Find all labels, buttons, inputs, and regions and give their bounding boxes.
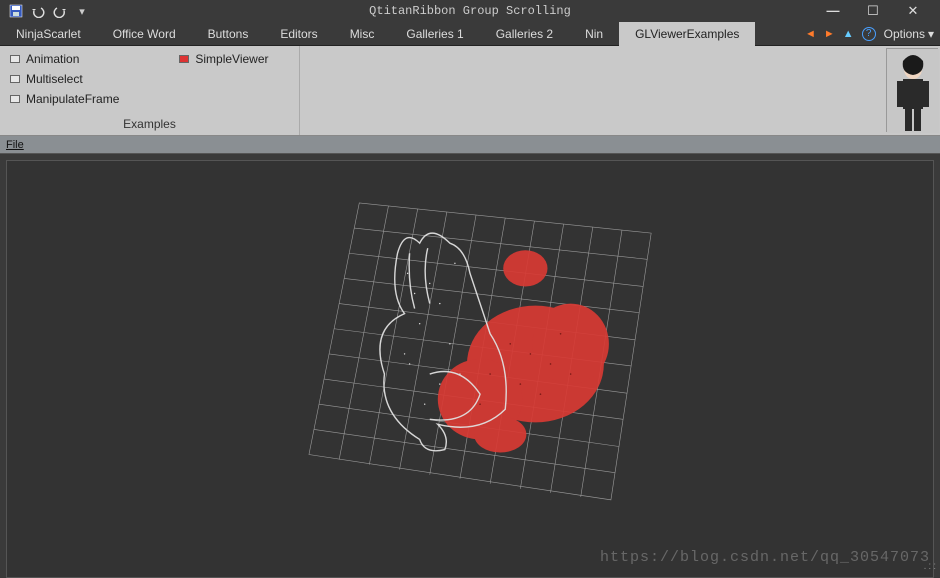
item-icon bbox=[179, 55, 189, 63]
tab-ninjascarlet[interactable]: NinjaScarlet bbox=[0, 22, 97, 46]
watermark-text: https://blog.csdn.net/qq_30547073 bbox=[600, 549, 930, 566]
item-icon bbox=[10, 95, 20, 103]
window-controls: — ☐ ✕ bbox=[818, 3, 936, 19]
ribbon-item-animation[interactable]: Animation bbox=[10, 52, 119, 66]
undo-icon[interactable] bbox=[30, 3, 46, 19]
ribbon-group-examples: Animation Multiselect ManipulateFrame Si… bbox=[0, 46, 300, 135]
close-button[interactable]: ✕ bbox=[898, 3, 928, 19]
item-label: ManipulateFrame bbox=[26, 92, 119, 106]
tab-editors[interactable]: Editors bbox=[264, 22, 333, 46]
help-icon[interactable]: ? bbox=[862, 27, 876, 41]
redo-icon[interactable] bbox=[52, 3, 68, 19]
menu-bar: File bbox=[0, 136, 940, 154]
item-icon bbox=[10, 55, 20, 63]
ribbon-panel: Animation Multiselect ManipulateFrame Si… bbox=[0, 46, 940, 136]
tab-misc[interactable]: Misc bbox=[334, 22, 391, 46]
scene-render bbox=[7, 161, 933, 577]
scroll-right-icon[interactable]: ► bbox=[824, 28, 835, 40]
avatar-image bbox=[886, 48, 938, 132]
title-bar: ▾ QtitanRibbon Group Scrolling — ☐ ✕ bbox=[0, 0, 940, 22]
tab-glviewerexamples[interactable]: GLViewerExamples bbox=[619, 22, 755, 46]
minimize-button[interactable]: — bbox=[818, 3, 848, 19]
ribbon-item-simpleviewer[interactable]: SimpleViewer bbox=[179, 52, 268, 66]
maximize-button[interactable]: ☐ bbox=[858, 3, 888, 19]
item-label: SimpleViewer bbox=[195, 52, 268, 66]
window-title: QtitanRibbon Group Scrolling bbox=[0, 4, 940, 18]
scroll-left-icon[interactable]: ◄ bbox=[805, 28, 816, 40]
options-label: Options bbox=[884, 27, 925, 41]
options-menu[interactable]: Options ▾ bbox=[884, 27, 934, 41]
collapse-ribbon-icon[interactable]: ▲ bbox=[843, 28, 854, 40]
gl-viewport[interactable] bbox=[6, 160, 934, 578]
tab-right-tools: ◄ ► ▲ ? Options ▾ bbox=[805, 27, 940, 41]
ribbon-col-2: SimpleViewer bbox=[179, 50, 268, 115]
item-icon bbox=[10, 75, 20, 83]
ribbon-col-1: Animation Multiselect ManipulateFrame bbox=[10, 50, 119, 115]
tab-buttons[interactable]: Buttons bbox=[192, 22, 265, 46]
customize-qat-dropdown-icon[interactable]: ▾ bbox=[74, 3, 90, 19]
menu-file[interactable]: File bbox=[6, 139, 24, 151]
ribbon-item-manipulateframe[interactable]: ManipulateFrame bbox=[10, 92, 119, 106]
ribbon-item-multiselect[interactable]: Multiselect bbox=[10, 72, 119, 86]
ribbon-group-title: Examples bbox=[10, 115, 289, 135]
pointcloud-red bbox=[438, 250, 609, 452]
tab-galleries2[interactable]: Galleries 2 bbox=[480, 22, 569, 46]
tab-galleries1[interactable]: Galleries 1 bbox=[390, 22, 479, 46]
chevron-down-icon: ▾ bbox=[928, 27, 934, 41]
quick-access-toolbar: ▾ bbox=[8, 3, 90, 19]
item-label: Multiselect bbox=[26, 72, 83, 86]
save-icon[interactable] bbox=[8, 3, 24, 19]
tab-officeword[interactable]: Office Word bbox=[97, 22, 192, 46]
ribbon-tabs: NinjaScarlet Office Word Buttons Editors… bbox=[0, 22, 940, 46]
item-label: Animation bbox=[26, 52, 79, 66]
tab-nin[interactable]: Nin bbox=[569, 22, 619, 46]
resize-grip-icon[interactable]: .:: bbox=[924, 561, 938, 572]
